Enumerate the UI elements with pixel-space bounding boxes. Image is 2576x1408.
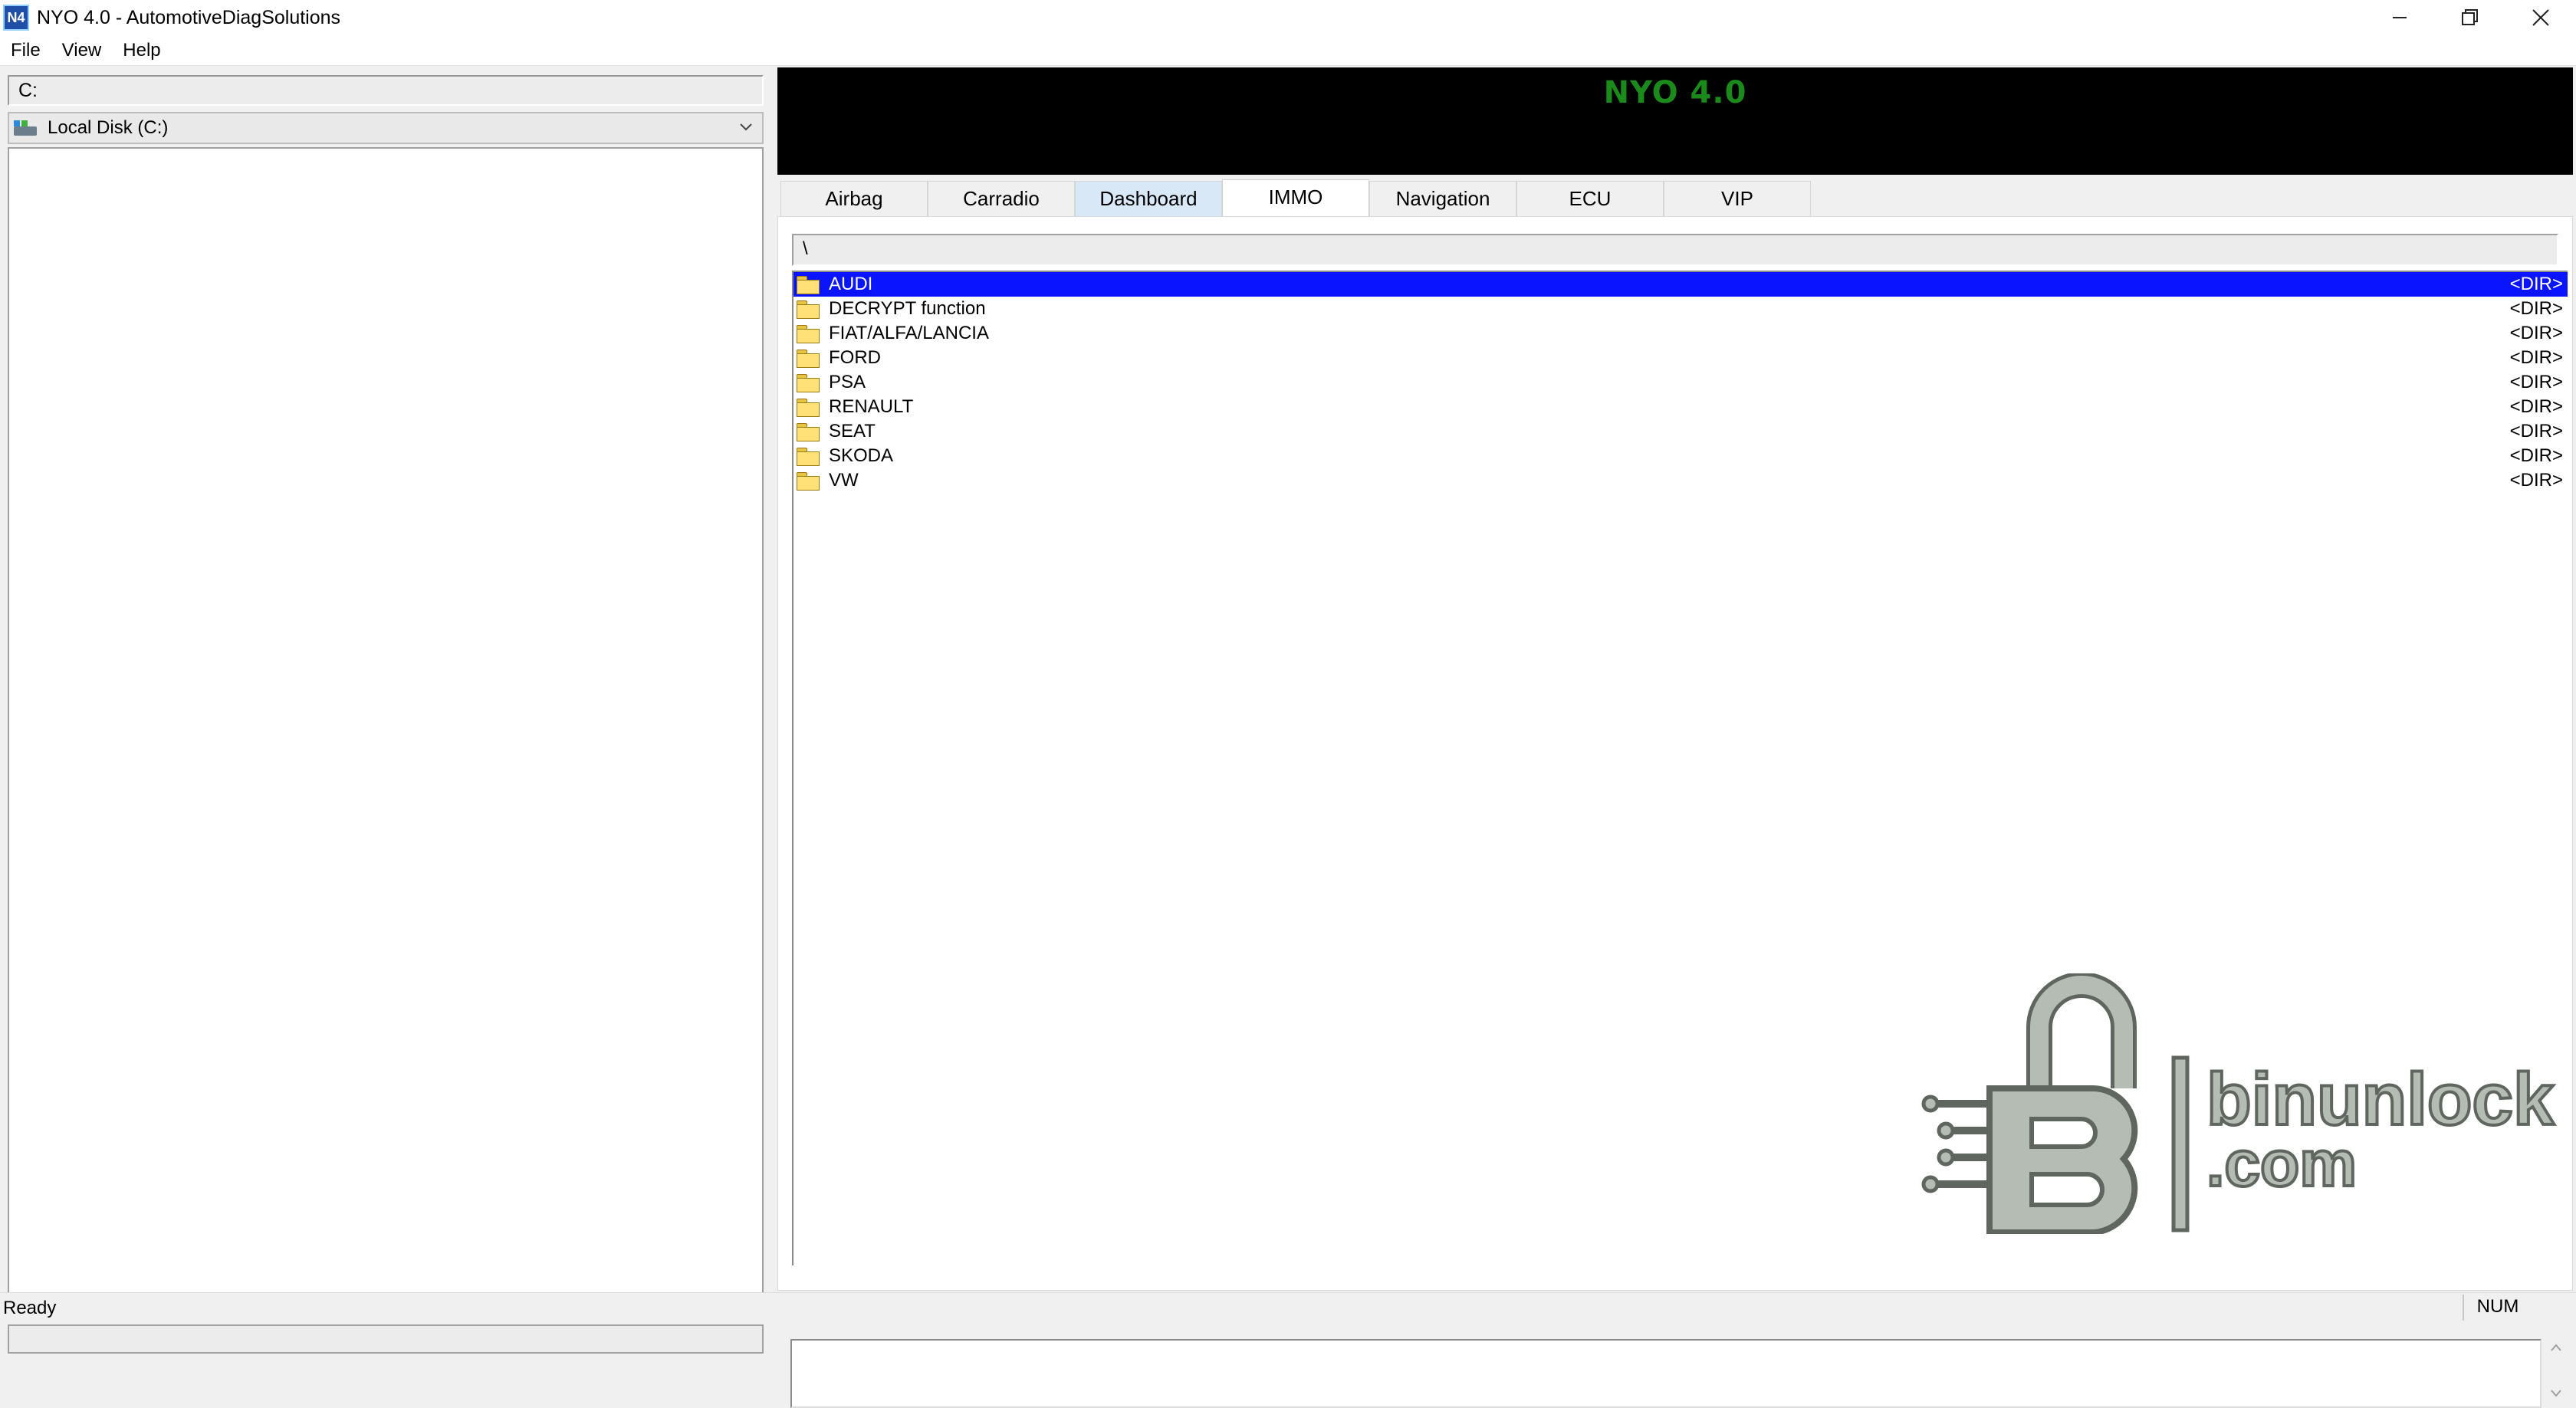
menu-file[interactable]: File [0,40,51,61]
menu-view[interactable]: View [51,40,113,61]
window-title: NYO 4.0 - AutomotiveDiagSolutions [37,6,341,28]
file-type: <DIR> [2509,470,2563,491]
file-name: FORD [829,347,881,368]
folder-icon [797,325,820,343]
list-item[interactable]: FORD <DIR> [794,346,2568,370]
close-button[interactable] [2505,0,2576,35]
list-item[interactable]: DECRYPT function <DIR> [794,297,2568,321]
minimize-button[interactable] [2364,0,2435,35]
folder-icon [797,276,820,294]
tab-strip: Airbag Carradio Dashboard IMMO Navigatio… [780,179,1811,216]
restore-button[interactable] [2435,0,2505,35]
minimize-icon [2393,17,2407,18]
folder-icon [797,448,820,466]
file-type: <DIR> [2509,323,2563,343]
folder-icon [797,472,820,491]
directory-path: \ [792,234,2558,266]
folder-icon [797,399,820,417]
status-text: Ready [3,1298,57,1318]
file-type: <DIR> [2509,298,2563,319]
file-name: SEAT [829,421,876,441]
file-type: <DIR> [2509,445,2563,466]
scroll-up-icon[interactable] [2543,1339,2569,1362]
restore-icon [2462,9,2478,25]
tab-carradio[interactable]: Carradio [928,181,1075,216]
left-pane: C: Local Disk (C:) [6,71,764,1354]
lock-logo-icon [1921,973,2190,1234]
folder-icon [797,300,820,319]
watermark: binunlock .com [1917,973,2568,1234]
watermark-domain: .com [2205,1126,2358,1201]
window-controls [2364,0,2576,35]
app-icon[interactable]: N4 [3,5,29,31]
horizontal-scrollbar[interactable] [8,1324,764,1354]
file-type: <DIR> [2509,421,2563,441]
file-name: SKODA [829,445,894,466]
close-icon [2532,9,2549,26]
menu-help[interactable]: Help [112,40,171,61]
list-item[interactable]: VW <DIR> [794,468,2568,493]
list-item[interactable]: FIAT/ALFA/LANCIA <DIR> [794,321,2568,346]
folder-icon [797,423,820,441]
tab-ecu[interactable]: ECU [1516,181,1664,216]
tab-immo[interactable]: IMMO [1222,179,1369,216]
banner-title: NYO 4.0 [1603,75,1747,110]
tab-airbag[interactable]: Airbag [780,181,928,216]
tab-dashboard[interactable]: Dashboard [1075,181,1222,216]
output-log[interactable] [790,1339,2542,1408]
hard-drive-icon [14,120,37,136]
file-name: FIAT/ALFA/LANCIA [829,323,989,343]
file-name: AUDI [829,274,873,294]
file-type: <DIR> [2509,347,2563,368]
drive-selected-value: Local Disk (C:) [48,117,169,138]
banner: NYO 4.0 [777,67,2573,175]
file-type: <DIR> [2509,274,2563,294]
file-type: <DIR> [2509,396,2563,417]
file-name: PSA [829,372,866,392]
folder-tree[interactable] [8,147,764,1320]
drive-dropdown[interactable]: Local Disk (C:) [8,112,764,144]
scroll-down-icon[interactable] [2543,1385,2569,1408]
tab-vip[interactable]: VIP [1664,181,1811,216]
list-item[interactable]: PSA <DIR> [794,370,2568,395]
file-name: VW [829,470,859,491]
list-item[interactable]: SKODA <DIR> [794,444,2568,468]
list-item[interactable]: RENAULT <DIR> [794,395,2568,419]
status-bar: Ready NUM [0,1292,2576,1321]
list-item[interactable]: SEAT <DIR> [794,419,2568,444]
current-path: C: [8,75,764,106]
vertical-scrollbar[interactable] [2543,1339,2569,1408]
file-type: <DIR> [2509,372,2563,392]
list-item[interactable]: AUDI <DIR> [794,272,2568,297]
chevron-down-icon[interactable] [736,118,756,138]
file-name: RENAULT [829,396,914,417]
tab-navigation[interactable]: Navigation [1369,181,1516,216]
num-lock-indicator: NUM [2463,1295,2532,1321]
title-bar: N4 NYO 4.0 - AutomotiveDiagSolutions [0,0,2576,35]
folder-icon [797,350,820,368]
file-name: DECRYPT function [829,298,986,319]
folder-icon [797,374,820,392]
menu-bar: File View Help [0,35,2576,66]
